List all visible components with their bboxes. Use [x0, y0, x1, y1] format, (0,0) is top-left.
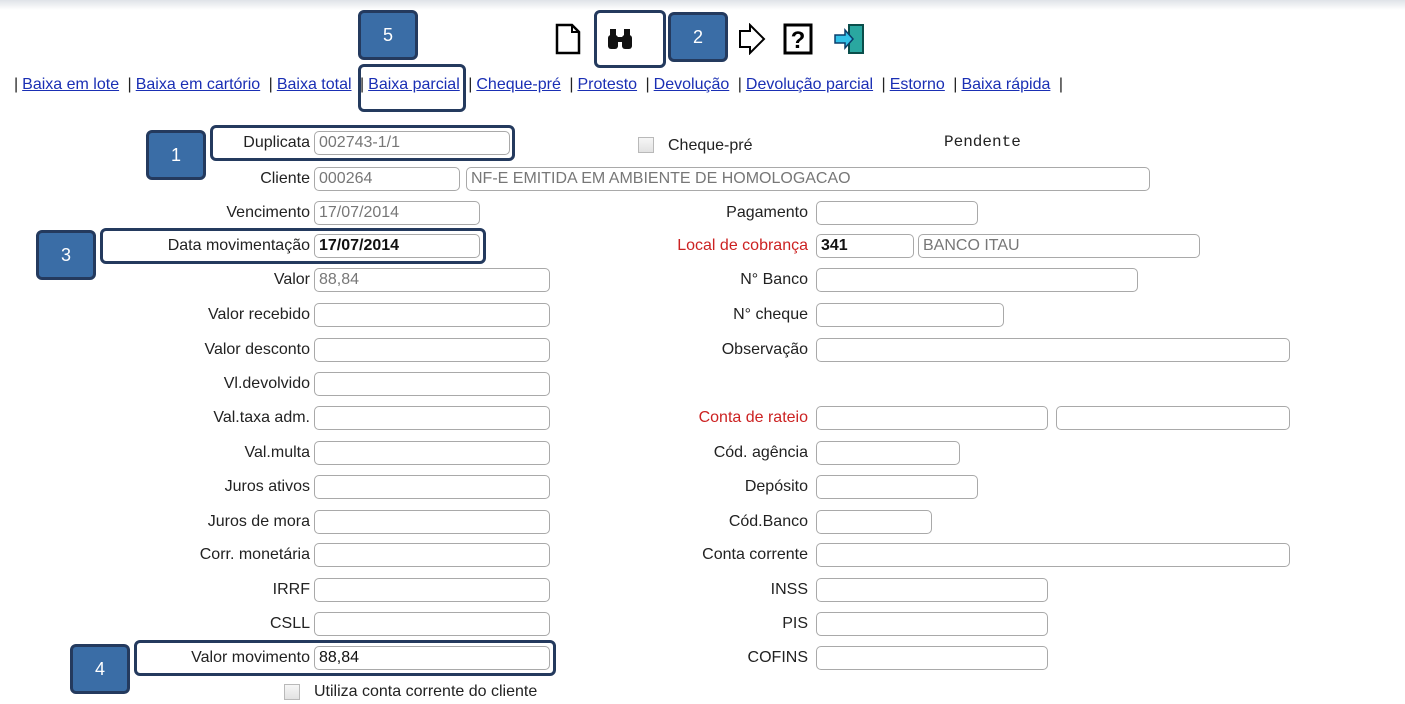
- top-border: [0, 0, 1405, 10]
- cliente-code-field[interactable]: 000264: [314, 167, 460, 191]
- vl-devolvido-label: Vl.devolvido: [223, 375, 310, 392]
- svg-text:?: ?: [791, 27, 806, 54]
- n-banco-field[interactable]: [816, 268, 1138, 292]
- valor-label: Valor: [273, 271, 310, 288]
- callout-4: 4: [70, 644, 130, 694]
- pagamento-field[interactable]: [816, 201, 978, 225]
- cheque-pre-checkbox[interactable]: [638, 137, 654, 153]
- cofins-field[interactable]: [816, 646, 1048, 670]
- observacao-field[interactable]: [816, 338, 1290, 362]
- highlight-baixa-total: [358, 64, 466, 112]
- cofins-label: COFINS: [747, 649, 808, 666]
- callout-1: 1: [146, 130, 206, 180]
- inss-field[interactable]: [816, 578, 1048, 602]
- csll-field[interactable]: [314, 612, 550, 636]
- callout-5: 5: [358, 10, 418, 60]
- cod-agencia-field[interactable]: [816, 441, 960, 465]
- nav-protesto[interactable]: Protesto: [577, 76, 637, 93]
- val-taxa-adm-field[interactable]: [314, 406, 550, 430]
- pis-label: PIS: [782, 615, 808, 632]
- juros-ativos-field[interactable]: [314, 475, 550, 499]
- n-banco-label: N° Banco: [740, 271, 808, 288]
- exit-door-icon[interactable]: [832, 20, 868, 58]
- local-cobranca-code-field[interactable]: 341: [816, 234, 914, 258]
- valor-desconto-label: Valor desconto: [204, 341, 310, 358]
- inss-label: INSS: [770, 581, 808, 598]
- highlight-valor-movimento: [134, 640, 556, 676]
- highlight-duplicata: [210, 125, 515, 161]
- val-multa-label: Val.multa: [244, 444, 310, 461]
- nav-baixa-total[interactable]: Baixa total: [277, 76, 352, 93]
- nav-cheque-pre[interactable]: Cheque-pré: [476, 76, 561, 93]
- juros-mora-field[interactable]: [314, 510, 550, 534]
- pagamento-label: Pagamento: [726, 204, 808, 221]
- conta-corrente-label: Conta corrente: [702, 546, 808, 563]
- n-cheque-label: N° cheque: [733, 306, 808, 323]
- corr-monetaria-field[interactable]: [314, 543, 550, 567]
- valor-recebido-field[interactable]: [314, 303, 550, 327]
- vl-devolvido-field[interactable]: [314, 372, 550, 396]
- nav-estorno[interactable]: Estorno: [890, 76, 945, 93]
- valor-recebido-label: Valor recebido: [208, 306, 310, 323]
- juros-ativos-label: Juros ativos: [224, 478, 310, 495]
- nav-baixa-em-lote[interactable]: Baixa em lote: [22, 76, 119, 93]
- cod-banco-field[interactable]: [816, 510, 932, 534]
- conta-rateio-field-1[interactable]: [816, 406, 1048, 430]
- highlight-search-button: [594, 10, 666, 68]
- irrf-field[interactable]: [314, 578, 550, 602]
- cheque-pre-label: Cheque-pré: [668, 137, 753, 154]
- valor-field[interactable]: 88,84: [314, 268, 550, 292]
- help-icon[interactable]: ?: [780, 20, 816, 58]
- conta-corrente-field[interactable]: [816, 543, 1290, 567]
- cod-banco-label: Cód.Banco: [728, 513, 808, 530]
- deposito-label: Depósito: [744, 478, 808, 495]
- action-nav: | Baixa em lote | Baixa em cartório | Baixa…: [14, 76, 1063, 93]
- deposito-field[interactable]: [816, 475, 978, 499]
- n-cheque-field[interactable]: [816, 303, 1004, 327]
- callout-3: 3: [36, 230, 96, 280]
- next-arrow-icon[interactable]: [734, 20, 770, 58]
- status-text: Pendente: [944, 133, 1021, 151]
- csll-label: CSLL: [269, 615, 310, 632]
- nav-devolucao-parcial[interactable]: Devolução parcial: [746, 76, 873, 93]
- new-document-icon[interactable]: [550, 20, 586, 58]
- local-cobranca-label: Local de cobrança: [677, 237, 808, 254]
- val-multa-field[interactable]: [314, 441, 550, 465]
- nav-baixa-rapida[interactable]: Baixa rápida: [961, 76, 1050, 93]
- utiliza-conta-corrente-label: Utiliza conta corrente do cliente: [314, 683, 538, 700]
- pis-field[interactable]: [816, 612, 1048, 636]
- utiliza-conta-corrente-checkbox[interactable]: [284, 684, 300, 700]
- valor-desconto-field[interactable]: [314, 338, 550, 362]
- vencimento-label: Vencimento: [226, 204, 310, 221]
- local-cobranca-name-field[interactable]: BANCO ITAU: [918, 234, 1200, 258]
- irrf-label: IRRF: [272, 581, 310, 598]
- nav-baixa-em-cartorio[interactable]: Baixa em cartório: [136, 76, 261, 93]
- val-taxa-adm-label: Val.taxa adm.: [213, 409, 310, 426]
- callout-2: 2: [668, 12, 728, 62]
- conta-rateio-field-2[interactable]: [1056, 406, 1290, 430]
- vencimento-field[interactable]: 17/07/2014: [314, 201, 480, 225]
- observacao-label: Observação: [721, 341, 808, 358]
- cliente-name-field[interactable]: NF-E EMITIDA EM AMBIENTE DE HOMOLOGACAO: [466, 167, 1150, 191]
- cliente-label: Cliente: [260, 170, 310, 187]
- juros-mora-label: Juros de mora: [207, 513, 310, 530]
- corr-monetaria-label: Corr. monetária: [199, 546, 310, 563]
- highlight-data-movimentacao: [100, 228, 486, 264]
- conta-rateio-label: Conta de rateio: [698, 409, 808, 426]
- cod-agencia-label: Cód. agência: [713, 444, 808, 461]
- nav-devolucao[interactable]: Devolução: [654, 76, 730, 93]
